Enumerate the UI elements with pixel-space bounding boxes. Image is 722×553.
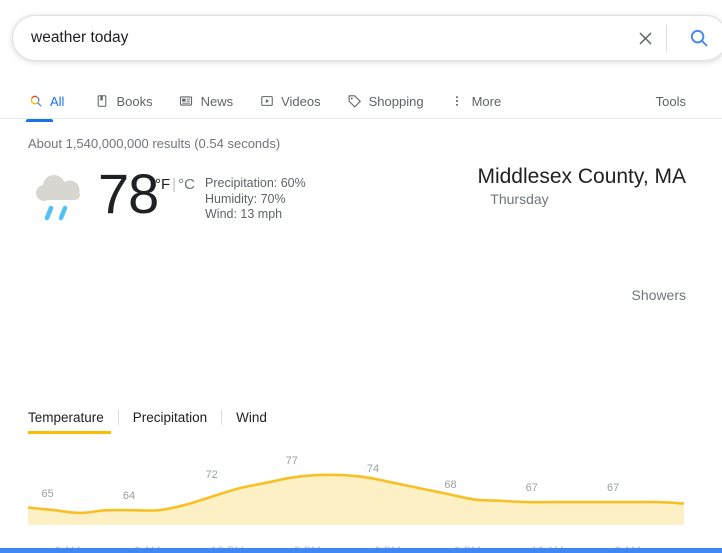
book-icon	[94, 94, 109, 109]
temperature-unit-toggle[interactable]: °F | °C	[155, 176, 195, 193]
weather-metric-tabs: Temperature Precipitation Wind	[28, 405, 281, 434]
weather-location-block: Middlesex County, MA Thursday Showers	[477, 164, 686, 305]
nav-tab-books[interactable]: Books	[94, 84, 166, 118]
chart-point-label: 67	[607, 482, 620, 495]
bottom-accent-bar	[0, 548, 722, 553]
wind-detail: Wind: 13 mph	[205, 207, 283, 221]
video-icon	[259, 94, 274, 109]
nav-tab-more-label: More	[471, 93, 502, 109]
search-results-page: All Books	[0, 0, 722, 553]
nav-tab-more[interactable]: More	[450, 84, 516, 118]
search-submit-button[interactable]	[677, 16, 721, 60]
metric-tab-temperature[interactable]: Temperature	[28, 409, 118, 434]
search-bar[interactable]	[12, 15, 722, 61]
clear-search-button[interactable]	[628, 16, 662, 60]
more-vertical-icon	[450, 94, 465, 109]
unit-celsius[interactable]: °C	[178, 176, 195, 193]
tools-label: Tools	[655, 93, 686, 109]
weather-summary: 78 °F | °C Precipitation: 60% Humidity: 70…	[0, 158, 722, 303]
chart-point-label: 67	[525, 482, 538, 495]
google-search-icon	[28, 94, 43, 109]
nav-tab-shopping[interactable]: Shopping	[347, 84, 438, 118]
weather-location[interactable]: Middlesex County, MA	[477, 164, 686, 190]
metric-tab-wind-label: Wind	[236, 409, 267, 425]
nav-tab-news-label: News	[200, 93, 234, 109]
tag-icon	[347, 94, 362, 109]
nav-tab-videos[interactable]: Videos	[259, 84, 335, 118]
active-tab-underline	[26, 119, 53, 122]
search-input[interactable]	[13, 16, 628, 60]
nav-tab-news[interactable]: News	[179, 84, 248, 118]
metric-tab-temperature-label: Temperature	[28, 409, 104, 425]
weather-condition: Showers	[631, 287, 686, 303]
nav-tab-books-label: Books	[116, 93, 153, 109]
search-nav-tabs: All Books News Videos Shopping More Tool…	[0, 84, 722, 122]
nav-bottom-divider	[0, 118, 722, 119]
unit-separator: |	[172, 176, 177, 193]
search-divider	[666, 25, 667, 51]
current-temperature: 78	[98, 162, 159, 225]
showers-icon	[32, 168, 94, 226]
weather-details: Precipitation: 60% Humidity: 70% Wind: 1…	[205, 176, 306, 223]
precipitation-detail: Precipitation: 60%	[205, 176, 306, 190]
nav-tab-all[interactable]: All	[26, 84, 78, 122]
chart-point-label: 64	[122, 490, 136, 503]
chart-point-label: 65	[41, 487, 54, 500]
nav-tab-videos-label: Videos	[281, 93, 321, 109]
chart-point-label: 74	[366, 463, 380, 476]
metric-tab-precipitation-label: Precipitation	[132, 409, 208, 425]
chart-point-label: 77	[285, 455, 298, 468]
metric-tab-precipitation[interactable]: Precipitation	[119, 410, 221, 425]
chart-point-label: 68	[444, 479, 457, 492]
temperature-chart[interactable]: 65 64 72 77 74 68 67 67	[28, 455, 684, 525]
nav-tab-shopping-label: Shopping	[368, 93, 424, 109]
news-icon	[179, 94, 194, 109]
close-icon	[639, 32, 651, 44]
chart-point-label: 72	[205, 468, 218, 481]
metric-tab-wind[interactable]: Wind	[222, 410, 281, 425]
metric-active-underline	[28, 430, 111, 434]
results-count: About 1,540,000,000 results (0.54 second…	[28, 136, 281, 151]
weather-day: Thursday	[490, 191, 549, 207]
tools-button[interactable]: Tools	[656, 84, 686, 118]
unit-fahrenheit[interactable]: °F	[155, 176, 170, 193]
humidity-detail: Humidity: 70%	[205, 191, 286, 206]
nav-tab-all-label: All	[50, 93, 65, 109]
weather-card: 78 °F | °C Precipitation: 60% Humidity: 70…	[0, 158, 722, 553]
search-icon	[690, 29, 708, 47]
